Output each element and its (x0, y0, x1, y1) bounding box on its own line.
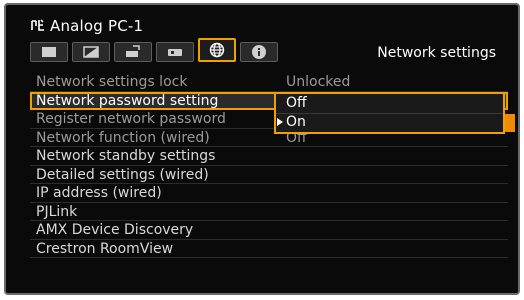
menu-item-label: IP address (wired) (36, 185, 162, 201)
menu-item-amx-device-discovery[interactable]: AMX Device Discovery (30, 221, 508, 240)
option-off[interactable]: Off (286, 95, 307, 111)
menu-tabs (30, 38, 282, 62)
screen-icon (41, 46, 57, 58)
settings-icon (167, 46, 183, 58)
projector-install-icon (124, 45, 142, 59)
info-icon (251, 44, 267, 60)
input-source-indicator: Analog PC-1 (30, 15, 143, 37)
menu-item-label: Crestron RoomView (36, 240, 174, 257)
menu-item-label: Network function (wired) (36, 129, 210, 146)
menu-item-crestron-roomview[interactable]: Crestron RoomView (30, 240, 508, 258)
menu-item-label: AMX Device Discovery (36, 222, 194, 238)
settings-tab[interactable] (156, 42, 194, 62)
picture-adjust-icon (83, 46, 99, 58)
input-source-icon (30, 18, 46, 34)
info-tab[interactable] (240, 42, 278, 62)
menu-item-label: PJLink (36, 203, 78, 220)
menu-item-network-settings-lock[interactable]: Network settings lock Unlocked (30, 73, 508, 92)
option-on[interactable]: On (286, 114, 306, 130)
password-setting-dropdown: Off On (274, 92, 505, 134)
menu-item-label: Network standby settings (36, 148, 216, 164)
selection-arrow-icon (277, 118, 283, 126)
menu-item-label: Register network password (36, 111, 226, 127)
menu-item-label: Network settings lock (36, 74, 188, 90)
menu-item-pjlink[interactable]: PJLink (30, 203, 508, 221)
menu-item-detailed-settings-wired[interactable]: Detailed settings (wired) (30, 166, 508, 184)
osd-menu-window: Analog PC-1 Network settings Network set… (4, 3, 520, 295)
dropdown-divider (276, 113, 503, 114)
menu-item-label: Network password setting (36, 92, 219, 109)
menu-item-label: Detailed settings (wired) (36, 166, 209, 183)
install-tab[interactable] (114, 42, 152, 62)
network-tab[interactable] (198, 38, 236, 62)
section-title: Network settings (377, 45, 496, 61)
menu-item-network-standby-settings[interactable]: Network standby settings (30, 147, 508, 166)
scroll-indicator (505, 114, 515, 132)
globe-icon (209, 42, 225, 58)
menu-item-ip-address-wired[interactable]: IP address (wired) (30, 184, 508, 203)
display-tab[interactable] (30, 42, 68, 62)
picture-tab[interactable] (72, 42, 110, 62)
menu-item-value: Unlocked (286, 74, 351, 90)
input-source-label: Analog PC-1 (50, 17, 144, 35)
